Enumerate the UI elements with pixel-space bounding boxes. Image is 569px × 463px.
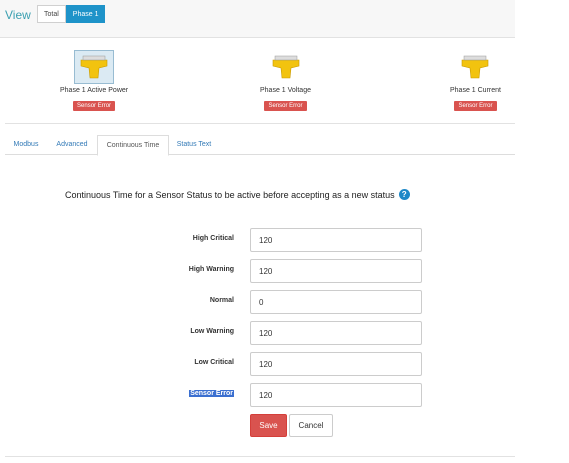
field-label: Low Warning — [190, 328, 234, 335]
normal-input[interactable] — [250, 290, 422, 314]
field-label: Sensor Error — [189, 390, 234, 397]
low-warning-input[interactable] — [250, 321, 422, 345]
field-label: High Critical — [192, 235, 234, 242]
tab-status-text[interactable]: Status Text — [171, 135, 217, 155]
form-row-normal: Normal — [5, 290, 515, 314]
high-critical-input[interactable] — [250, 228, 422, 252]
sensor-device-icon[interactable] — [455, 50, 495, 84]
sensor-name: Phase 1 Voltage — [260, 87, 311, 94]
cancel-button[interactable]: Cancel — [289, 414, 333, 437]
view-tab-total[interactable]: Total — [37, 5, 66, 23]
form-row-sensor-error: Sensor Error — [5, 383, 515, 407]
view-tab-phase-1[interactable]: Phase 1 — [65, 5, 106, 23]
sensor-device-icon-graphic — [80, 55, 108, 79]
sensor-current[interactable]: Phase 1 Current Sensor Error — [450, 50, 501, 112]
sensor-device-icon-graphic — [462, 55, 489, 79]
form-row-low-critical: Low Critical — [5, 352, 515, 376]
status-badge: Sensor Error — [454, 101, 497, 111]
help-icon[interactable]: ? — [398, 189, 410, 200]
tab-advanced[interactable]: Advanced — [49, 135, 95, 155]
tab-modbus[interactable]: Modbus — [5, 135, 47, 155]
sensor-name: Phase 1 Current — [450, 87, 501, 94]
sensor-device-icon-graphic — [272, 55, 299, 79]
high-warning-input[interactable] — [250, 259, 422, 283]
form-heading: Continuous Time for a Sensor Status to b… — [65, 189, 410, 200]
low-critical-input[interactable] — [250, 352, 422, 376]
sensor-panel: Phase 1 Active Power Sensor Error Phase … — [5, 40, 515, 124]
sensor-error-input[interactable] — [250, 383, 422, 407]
status-badge: Sensor Error — [264, 101, 307, 111]
sensor-device-icon[interactable] — [266, 50, 306, 84]
form-row-high-critical: High Critical — [5, 228, 515, 252]
view-label: View — [5, 8, 31, 22]
continuous-time-panel: Continuous Time for a Sensor Status to b… — [5, 155, 515, 457]
field-label: Low Critical — [194, 359, 234, 366]
sensor-voltage[interactable]: Phase 1 Voltage Sensor Error — [260, 50, 311, 112]
heading-text: Continuous Time for a Sensor Status to b… — [65, 189, 395, 200]
view-tabs: Total Phase 1 — [37, 5, 106, 23]
field-label: High Warning — [188, 266, 234, 273]
form-row-high-warning: High Warning — [5, 259, 515, 283]
field-label: Normal — [209, 297, 234, 304]
sensor-device-icon[interactable] — [74, 50, 115, 84]
settings-tabs: Modbus Advanced Continuous Time Status T… — [5, 135, 515, 156]
sensor-name: Phase 1 Active Power — [60, 87, 129, 94]
status-badge: Sensor Error — [73, 101, 116, 111]
sensor-active-power[interactable]: Phase 1 Active Power Sensor Error — [60, 50, 128, 112]
tab-continuous-time[interactable]: Continuous Time — [97, 135, 169, 156]
view-toolbar: View Total Phase 1 — [0, 0, 515, 38]
save-button[interactable]: Save — [250, 414, 287, 437]
form-row-low-warning: Low Warning — [5, 321, 515, 345]
